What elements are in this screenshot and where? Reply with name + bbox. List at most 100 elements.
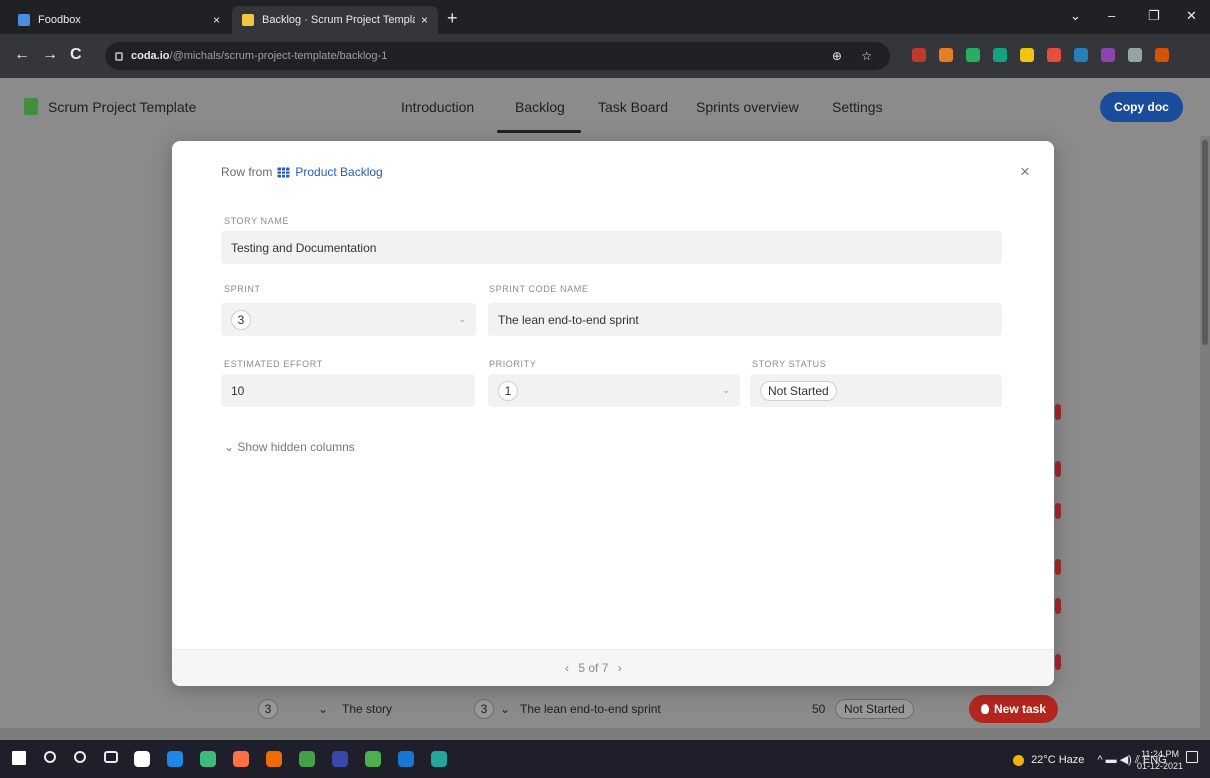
horizontal-scrollbar[interactable] [0, 728, 1210, 740]
taskbar-app-icon[interactable] [266, 751, 282, 767]
priority-label: PRIORITY [489, 359, 537, 369]
bookmark-star-icon[interactable]: ⊕ ☆ [832, 49, 880, 63]
extension-icon[interactable] [1155, 48, 1169, 62]
new-tab-button[interactable]: + [447, 8, 458, 28]
tab-search-icon[interactable]: ⌄ [1070, 8, 1081, 24]
tab-introduction[interactable]: Introduction [401, 99, 474, 115]
minimize-button[interactable]: – [1108, 8, 1115, 23]
restore-button[interactable]: ❐ [1148, 8, 1160, 24]
estimated-effort-field[interactable]: 10 [221, 374, 475, 407]
weather-text[interactable]: 22°C Haze [1031, 754, 1084, 766]
story-name-label: STORY NAME [224, 216, 290, 226]
product-backlog-link[interactable]: Product Backlog [295, 165, 382, 179]
flame-icon [980, 704, 989, 714]
doc-logo-icon [24, 98, 38, 115]
priority-chip: 1 [498, 380, 518, 401]
extension-icon[interactable] [966, 48, 980, 62]
taskbar-app-icon[interactable] [167, 751, 183, 767]
tab-settings[interactable]: Settings [832, 99, 883, 115]
sprint-code-name-label: SPRINT CODE NAME [489, 284, 589, 294]
dropdown-caret-icon: ⌄ [722, 385, 730, 395]
taskbar-app-icon[interactable] [365, 751, 381, 767]
sprint-chip[interactable]: 3 [474, 699, 494, 719]
back-button[interactable]: ← [14, 46, 30, 64]
sprint-code-name-value: The lean end-to-end sprint [498, 312, 639, 327]
row-marker [1055, 404, 1061, 420]
tab-backlog[interactable]: Backlog [515, 99, 565, 115]
close-icon[interactable]: × [1020, 163, 1030, 181]
address-bar[interactable]: coda.io /@michals/scrum-project-template… [105, 42, 890, 70]
sprint-code-name-field[interactable]: The lean end-to-end sprint [488, 303, 1002, 336]
taskbar-app-icon[interactable] [233, 751, 249, 767]
cortana-icon[interactable] [74, 751, 86, 763]
dropdown-caret-icon[interactable]: ⌄ [500, 702, 510, 716]
row-pager: ‹ 5 of 7 › [565, 661, 622, 675]
new-task-label: New task [993, 702, 1047, 716]
browser-tab-backlog[interactable]: Backlog · Scrum Project Template × [232, 6, 438, 34]
row-marker [1055, 559, 1061, 575]
coda-favicon-icon [242, 14, 254, 26]
clock-time: 11:24 PM [1141, 749, 1179, 759]
table-icon [277, 167, 290, 177]
copy-doc-button[interactable]: Copy doc [1100, 92, 1183, 122]
taskbar-app-icon[interactable] [332, 751, 348, 767]
tab-task-board[interactable]: Task Board [598, 99, 668, 115]
sprint-label: SPRINT [224, 284, 261, 294]
story-status-field[interactable]: Not Started [750, 374, 1002, 407]
windows-taskbar: 22°C Haze ^ ▬ ◀) ⫽ ENG 11:24 PM 01-12-20… [0, 740, 1210, 778]
taskbar-app-icon[interactable] [200, 751, 216, 767]
new-task-button[interactable]: New task [969, 695, 1058, 723]
tab-close-icon[interactable]: × [421, 13, 428, 27]
taskbar-app-icon[interactable] [134, 751, 150, 767]
extension-icon[interactable] [912, 48, 926, 62]
story-cell[interactable]: The story [342, 702, 392, 716]
windows-start-icon[interactable] [12, 751, 26, 765]
sprint-select[interactable]: 3 ⌄ [221, 303, 476, 336]
tab-sprints-overview[interactable]: Sprints overview [696, 99, 799, 115]
sprint-chip[interactable]: 3 [258, 699, 278, 719]
effort-cell[interactable]: 50 [812, 702, 825, 716]
doc-title[interactable]: Scrum Project Template [48, 99, 196, 115]
taskbar-app-icon[interactable] [299, 751, 315, 767]
extension-icon[interactable] [1074, 48, 1088, 62]
story-status-label: STORY STATUS [752, 359, 827, 369]
row-marker [1055, 598, 1061, 614]
extension-icon[interactable] [939, 48, 953, 62]
modal-footer: ‹ 5 of 7 › [172, 649, 1054, 686]
taskbar-app-icon[interactable] [431, 751, 447, 767]
browser-tab-foodbox[interactable]: Foodbox × [8, 6, 230, 34]
tab-label: Backlog · Scrum Project Template [262, 14, 415, 26]
story-name-field[interactable]: Testing and Documentation [221, 231, 1002, 264]
extension-icon[interactable] [1128, 48, 1142, 62]
estimated-effort-label: ESTIMATED EFFORT [224, 359, 323, 369]
row-from-label: Row from [221, 165, 273, 179]
tab-label: Foodbox [38, 14, 81, 26]
weather-icon [1013, 754, 1024, 766]
tab-close-icon[interactable]: × [213, 13, 220, 27]
scrollbar-thumb[interactable] [1202, 140, 1208, 345]
extension-icon[interactable] [1101, 48, 1115, 62]
reload-button[interactable]: C [70, 46, 82, 64]
status-chip[interactable]: Not Started [835, 699, 914, 719]
extension-icon[interactable] [993, 48, 1007, 62]
taskbar-clock[interactable]: 11:24 PM 01-12-2021 [1137, 748, 1183, 772]
show-hidden-columns-toggle[interactable]: ⌄ Show hidden columns [224, 440, 355, 454]
sprint-chip: 3 [231, 309, 251, 330]
next-row-icon[interactable]: › [618, 661, 622, 675]
sprint-code-cell[interactable]: The lean end-to-end sprint [520, 702, 661, 716]
dropdown-caret-icon: ⌄ [458, 314, 466, 324]
extension-icon[interactable] [1047, 48, 1061, 62]
previous-row-icon[interactable]: ‹ [565, 661, 569, 675]
taskbar-app-icon[interactable] [398, 751, 414, 767]
forward-button[interactable]: → [42, 46, 58, 64]
row-marker [1055, 461, 1061, 477]
close-window-button[interactable]: ✕ [1186, 8, 1197, 24]
extension-icon[interactable] [1020, 48, 1034, 62]
story-name-value: Testing and Documentation [231, 240, 377, 255]
dropdown-caret-icon[interactable]: ⌄ [318, 702, 328, 716]
row-marker [1055, 654, 1061, 670]
search-icon[interactable] [44, 751, 56, 763]
notification-icon[interactable] [1186, 751, 1198, 763]
priority-select[interactable]: 1 ⌄ [488, 374, 740, 407]
task-view-icon[interactable] [104, 751, 118, 763]
